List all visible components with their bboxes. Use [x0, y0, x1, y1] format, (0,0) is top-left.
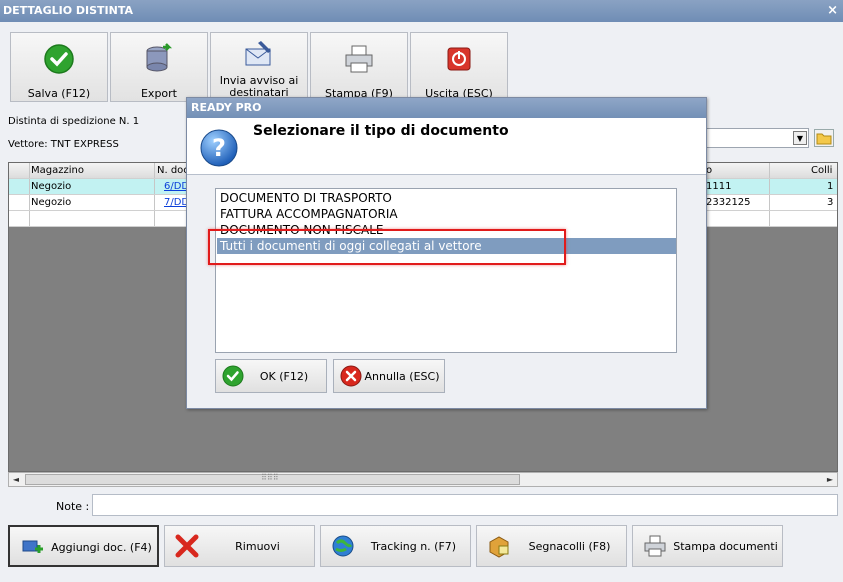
list-item[interactable]: DOCUMENTO DI TRASPORTO: [217, 190, 676, 206]
add-document-label: Aggiungi doc. (F4): [51, 541, 152, 554]
distinta-label: Distinta di spedizione N. 1: [8, 116, 140, 127]
ok-label: OK (F12): [259, 370, 309, 383]
question-icon: ?: [200, 129, 238, 167]
carrier-combo[interactable]: ▼: [705, 128, 809, 148]
window-titlebar: DETTAGLIO DISTINTA ×: [0, 0, 843, 22]
dialog-header: ? Selezionare il tipo di documento: [187, 118, 706, 174]
svg-text:?: ?: [212, 134, 226, 162]
vettore-label: Vettore: TNT EXPRESS: [8, 139, 119, 150]
cell-magazzino: Negozio: [31, 197, 72, 208]
note-input[interactable]: [92, 494, 838, 516]
package-label-icon: [489, 536, 509, 558]
exit-button[interactable]: Uscita (ESC): [410, 32, 508, 102]
print-button[interactable]: Stampa (F9): [310, 32, 408, 102]
tracking-label: Tracking n. (F7): [370, 540, 457, 553]
header-colli[interactable]: Colli: [811, 163, 832, 178]
cell-tracking: 2332125: [706, 197, 751, 208]
highlight-box: [208, 229, 566, 265]
print-documents-label: Stampa documenti: [673, 540, 778, 553]
ok-button[interactable]: OK (F12): [215, 359, 327, 393]
cell-colli: 3: [827, 197, 834, 208]
scroll-right-icon[interactable]: ►: [823, 473, 837, 486]
remove-x-icon: [175, 534, 199, 558]
tracking-button[interactable]: Tracking n. (F7): [320, 525, 471, 567]
labels-label: Segnacolli (F8): [528, 540, 611, 553]
cell-tracking: 1111: [706, 181, 732, 192]
save-button[interactable]: Salva (F12): [10, 32, 108, 102]
printer-icon: [345, 45, 373, 73]
header-magazzino[interactable]: Magazzino: [31, 163, 84, 178]
cell-magazzino: Negozio: [31, 181, 72, 192]
notify-button[interactable]: Invia avviso ai destinatari: [210, 32, 308, 102]
notify-label: Invia avviso ai destinatari: [219, 74, 299, 99]
cell-colli: 1: [827, 181, 834, 192]
scroll-thumb[interactable]: ⠿⠿⠿: [25, 473, 520, 485]
scroll-left-icon[interactable]: ◄: [9, 473, 23, 486]
printer-icon: [644, 535, 666, 557]
check-icon: [222, 365, 244, 387]
add-document-icon: [22, 540, 43, 553]
exit-icon: [447, 47, 471, 71]
dialog-heading: Selezionare il tipo di documento: [253, 123, 509, 139]
window-title: DETTAGLIO DISTINTA: [3, 4, 133, 17]
horizontal-scrollbar[interactable]: ◄ ⠿⠿⠿ ►: [8, 472, 838, 487]
header-ndoc[interactable]: N. doc: [157, 163, 189, 178]
chevron-down-icon[interactable]: ▼: [793, 131, 807, 145]
mail-notify-icon: [245, 41, 271, 66]
cancel-icon: [340, 365, 362, 387]
note-label: Note :: [56, 500, 90, 513]
cancel-label: Annulla (ESC): [364, 370, 440, 383]
remove-button[interactable]: Rimuovi: [164, 525, 315, 567]
grip-icon: ⠿⠿⠿: [261, 473, 279, 482]
save-label: Salva (F12): [27, 87, 91, 100]
close-icon[interactable]: ×: [827, 0, 838, 22]
print-documents-button[interactable]: Stampa documenti: [632, 525, 783, 567]
remove-label: Rimuovi: [235, 540, 280, 553]
list-item[interactable]: FATTURA ACCOMPAGNATORIA: [217, 206, 676, 222]
document-type-list[interactable]: DOCUMENTO DI TRASPORTO FATTURA ACCOMPAGN…: [215, 188, 677, 353]
add-document-button[interactable]: Aggiungi doc. (F4): [8, 525, 159, 567]
globe-icon: [332, 535, 354, 557]
cancel-button[interactable]: Annulla (ESC): [333, 359, 445, 393]
database-export-icon: [146, 43, 173, 72]
export-button[interactable]: Export: [110, 32, 208, 102]
folder-icon[interactable]: [814, 129, 834, 147]
labels-button[interactable]: Segnacolli (F8): [476, 525, 627, 567]
check-icon: [44, 44, 74, 74]
dialog-title: READY PRO: [187, 98, 706, 118]
